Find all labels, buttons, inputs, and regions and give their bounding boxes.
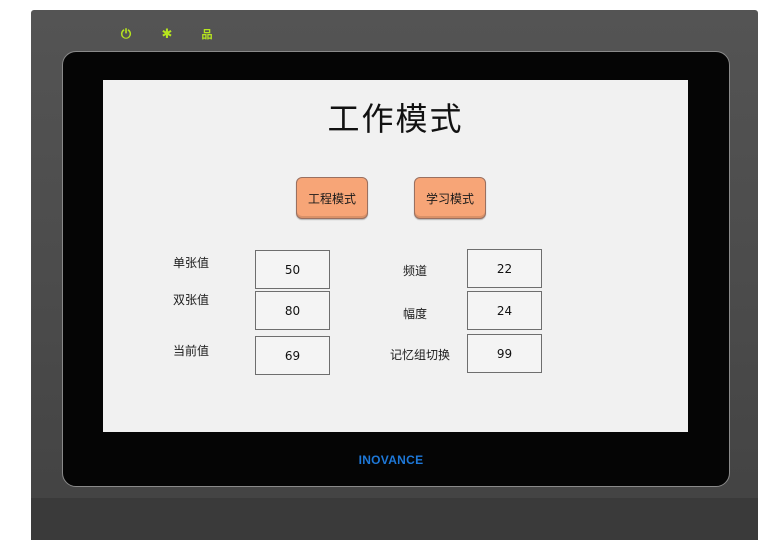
single-sheet-value-label: 单张值 bbox=[173, 256, 210, 270]
memory-group-switch-field[interactable]: 99 bbox=[467, 334, 542, 373]
engineering-mode-button[interactable]: 工程模式 bbox=[296, 177, 368, 219]
memory-group-switch-label: 记忆组切换 bbox=[390, 348, 451, 362]
channel-label: 频道 bbox=[403, 264, 428, 278]
hmi-bezel-bottom bbox=[31, 498, 758, 540]
page-title: 工作模式 bbox=[327, 100, 464, 138]
brand-logo: INOVANCE bbox=[358, 453, 424, 467]
amplitude-label: 幅度 bbox=[403, 307, 428, 321]
single-sheet-value-field[interactable]: 50 bbox=[255, 250, 330, 289]
current-value-field[interactable]: 69 bbox=[255, 336, 330, 375]
double-sheet-value-field[interactable]: 80 bbox=[255, 291, 330, 330]
current-value-label: 当前值 bbox=[173, 344, 210, 358]
double-sheet-value-label: 双张值 bbox=[173, 293, 210, 307]
hmi-screen: 工作模式 工程模式 学习模式 单张值 50 双张值 80 当前值 69 频道 2… bbox=[103, 80, 688, 432]
amplitude-field[interactable]: 24 bbox=[467, 291, 542, 330]
channel-field[interactable]: 22 bbox=[467, 249, 542, 288]
run-status-icon: ✱ bbox=[161, 26, 173, 42]
network-icon: 品 bbox=[201, 27, 213, 41]
learning-mode-button[interactable]: 学习模式 bbox=[414, 177, 486, 219]
power-icon: ⏻ bbox=[120, 26, 132, 42]
